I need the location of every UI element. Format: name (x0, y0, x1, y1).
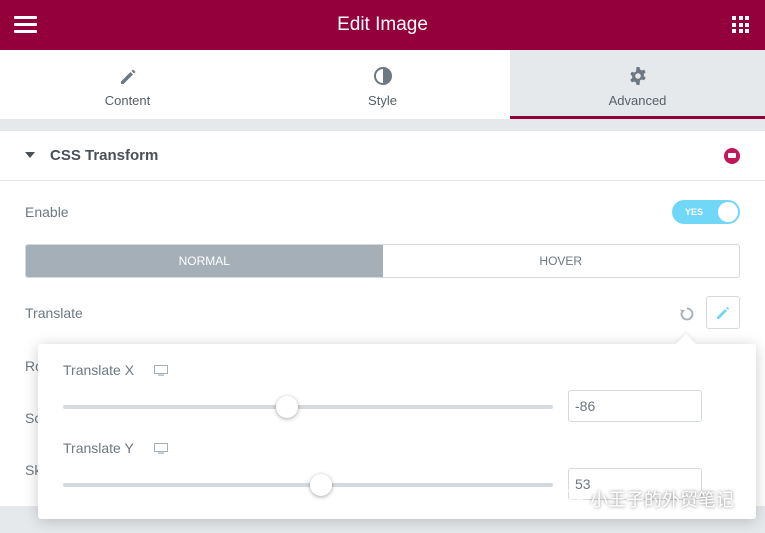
tab-label: Content (104, 93, 151, 108)
tab-normal[interactable]: NORMAL (26, 245, 383, 277)
tab-hover[interactable]: HOVER (382, 245, 739, 277)
translate-label: Translate (25, 305, 83, 321)
section-title: CSS Transform (50, 147, 159, 164)
edit-translate-button[interactable] (706, 296, 740, 329)
watermark-text: 小王子的外贸笔记 (590, 490, 734, 511)
pro-badge-icon (724, 148, 740, 164)
state-switcher: NORMAL HOVER (25, 244, 740, 278)
tab-advanced[interactable]: Advanced (510, 50, 765, 119)
watermark: 小王子的外贸笔记 (562, 487, 734, 511)
translate-x-label: Translate X (63, 362, 135, 378)
translate-y-label: Translate Y (63, 440, 134, 456)
toggle-knob (718, 202, 738, 222)
tab-style[interactable]: Style (255, 50, 510, 119)
section-header[interactable]: CSS Transform (0, 131, 765, 181)
wechat-icon (562, 489, 584, 508)
toggle-text: YES (685, 207, 704, 217)
slider-thumb[interactable] (309, 474, 332, 496)
editor-tabs: Content Style Advanced (0, 50, 765, 119)
half-circle-icon (373, 67, 392, 85)
top-bar: Edit Image (0, 0, 765, 50)
translate-y-slider[interactable] (63, 474, 553, 496)
desktop-icon[interactable] (154, 443, 168, 454)
reset-icon[interactable] (679, 306, 695, 322)
pencil-icon (717, 306, 730, 319)
translate-x-slider[interactable] (63, 396, 553, 418)
gear-icon (629, 67, 646, 85)
enable-label: Enable (25, 204, 69, 220)
slider-thumb[interactable] (275, 396, 298, 418)
tab-label: Style (368, 93, 397, 108)
caret-down-icon (25, 152, 35, 158)
grid-icon[interactable] (732, 16, 749, 33)
desktop-icon[interactable] (154, 365, 168, 376)
panel-title: Edit Image (337, 14, 428, 35)
enable-toggle[interactable]: YES (672, 200, 740, 224)
translate-x-input[interactable] (568, 390, 702, 422)
tab-content[interactable]: Content (0, 50, 255, 119)
pencil-icon (120, 69, 135, 84)
tab-label: Advanced (608, 93, 667, 108)
